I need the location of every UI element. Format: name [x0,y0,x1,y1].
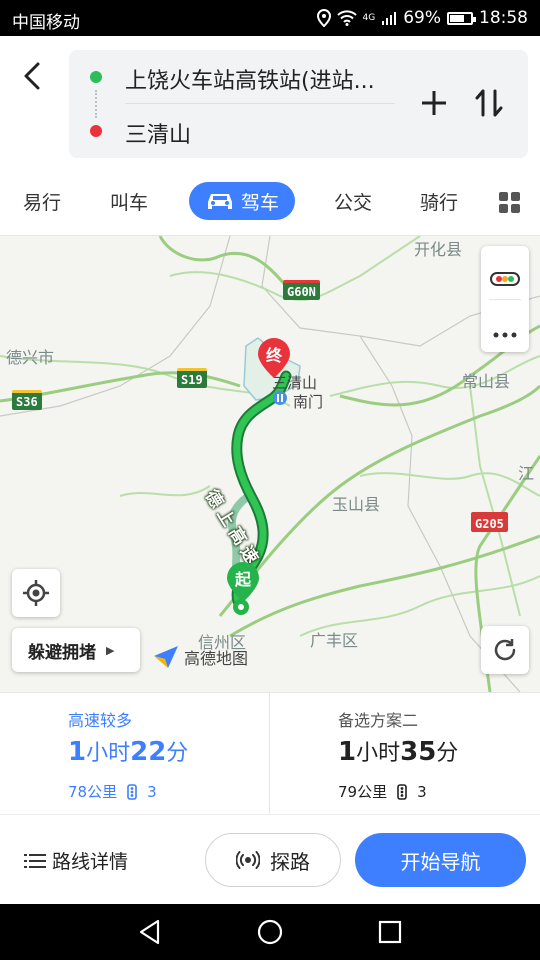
tab-drive[interactable]: 驾车 [189,182,295,220]
nav-home-icon[interactable] [256,918,284,946]
duration-hour-unit: 小时 [356,741,401,766]
system-nav-bar [0,904,540,960]
tab-taxi[interactable]: 叫车 [110,188,148,215]
route-option-1[interactable]: 高速较多 1小时22分 78公里 3 [0,693,270,815]
car-icon [207,194,232,209]
map-base [0,236,540,692]
route-connector [95,90,97,118]
route-option-meta: 79公里 3 [338,781,427,802]
refresh-icon [494,639,516,661]
refresh-button[interactable] [481,626,529,674]
traffic-light-icon [127,783,137,800]
field-divider [125,103,395,104]
explore-route-label: 探路 [270,849,310,874]
route-option-meta: 78公里 3 [68,781,157,802]
tab-drive-label: 驾车 [240,191,279,214]
plus-icon[interactable] [414,83,454,123]
route-option-duration: 1小时35分 [338,735,458,767]
route-distance: 79公里 [338,783,388,801]
avoid-congestion-button[interactable]: 躲避拥堵 ▶ [12,628,140,672]
battery-percent: 69% [403,8,441,28]
avoid-congestion-label: 躲避拥堵 [28,642,96,663]
route-input-box: 上饶火车站高铁站(进站... 三清山 [69,50,528,158]
place-guangfeng: 广丰区 [310,631,359,650]
clock: 18:58 [479,8,528,28]
traffic-toggle-icon[interactable] [490,272,520,286]
more-modes-icon[interactable] [499,192,521,214]
battery-icon [447,11,476,25]
place-jiang: 江 [518,464,535,483]
tab-bike[interactable]: 骑行 [420,188,458,215]
transport-tabs: 易行 叫车 驾车 公交 骑行 [0,168,540,236]
duration-hour-unit: 小时 [86,741,131,766]
destination-field[interactable]: 三清山 [125,117,395,149]
duration-minutes: 35 [400,737,437,767]
route-details-label: 路线详情 [52,851,129,873]
origin-dot-icon [90,71,102,83]
traffic-light-icon [397,783,407,800]
start-point-icon [233,599,249,615]
route-options-panel: 高速较多 1小时22分 78公里 3 备选方案二 1小时35分 79公里 3 [0,692,540,815]
traffic-light-count: 3 [147,782,157,801]
place-yushan: 玉山县 [332,495,381,514]
amap-logo: 高德地图 [152,644,248,670]
duration-minutes: 22 [130,737,167,767]
duration-minute-unit: 分 [436,741,459,766]
place-kaihua: 开化县 [414,240,463,259]
battery-fill [450,14,464,22]
map-view[interactable]: 德上高速 开化县 德兴市 常山县 玉山县 江 信州区 广丰区 三清山 南门 G6… [0,236,540,692]
action-bar: 路线详情 探路 开始导航 [0,814,540,904]
carrier-name: 中国移动 [12,13,80,33]
swap-icon[interactable] [469,83,509,123]
broadcast-icon [236,851,260,869]
locate-button[interactable] [12,569,60,617]
route-distance: 78公里 [68,783,118,801]
map-controls-card [481,246,529,352]
road-shield-s36: S36 [12,390,42,410]
network-type: 4G [362,13,376,23]
end-marker-label: 终 [265,346,282,365]
poi-gate-icon [273,391,287,405]
route-details-button[interactable]: 路线详情 [24,847,128,874]
start-navigation-button[interactable]: 开始导航 [355,833,526,887]
destination-dot-icon [90,125,102,137]
location-icon [316,9,331,27]
duration-hours: 1 [338,737,357,767]
route-header: 上饶火车站高铁站(进站... 三清山 [0,36,540,168]
road-shield-g205: G205 [471,512,508,532]
road-shield-g60n: G60N [283,280,320,300]
status-icons: 4G 69% 18:58 [316,8,528,28]
route-option-tag: 备选方案二 [338,711,419,730]
route-option-tag: 高速较多 [68,711,133,730]
traffic-light-count: 3 [417,782,427,801]
road-shield-s19: S19 [177,368,207,388]
duration-minute-unit: 分 [166,741,189,766]
tab-yixing[interactable]: 易行 [23,188,61,215]
crosshair-icon [23,580,49,606]
duration-hours: 1 [68,737,87,767]
nav-recents-icon[interactable] [376,918,404,946]
more-options-icon[interactable] [493,332,517,338]
back-arrow-icon[interactable] [18,58,48,94]
nav-back-icon[interactable] [136,918,164,946]
place-dexing: 德兴市 [6,348,55,367]
tab-bus[interactable]: 公交 [334,188,372,215]
start-marker-label: 起 [234,570,251,589]
route-option-duration: 1小时22分 [68,735,188,767]
signal-icon [382,12,397,25]
route-option-2[interactable]: 备选方案二 1小时35分 79公里 3 [270,693,540,815]
play-triangle-icon: ▶ [106,643,115,657]
place-changshan: 常山县 [462,372,511,391]
explore-route-button[interactable]: 探路 [205,833,341,887]
origin-field[interactable]: 上饶火车站高铁站(进站... [125,63,395,95]
status-bar: 中国移动 4G 69% 18:58 [0,0,540,36]
amap-logo-text: 高德地图 [184,649,249,668]
wifi-icon [336,10,357,26]
amap-logo-icon [154,646,178,668]
list-icon [24,853,46,868]
place-nanmen: 南门 [293,393,324,411]
end-marker[interactable]: 终 [256,336,292,380]
